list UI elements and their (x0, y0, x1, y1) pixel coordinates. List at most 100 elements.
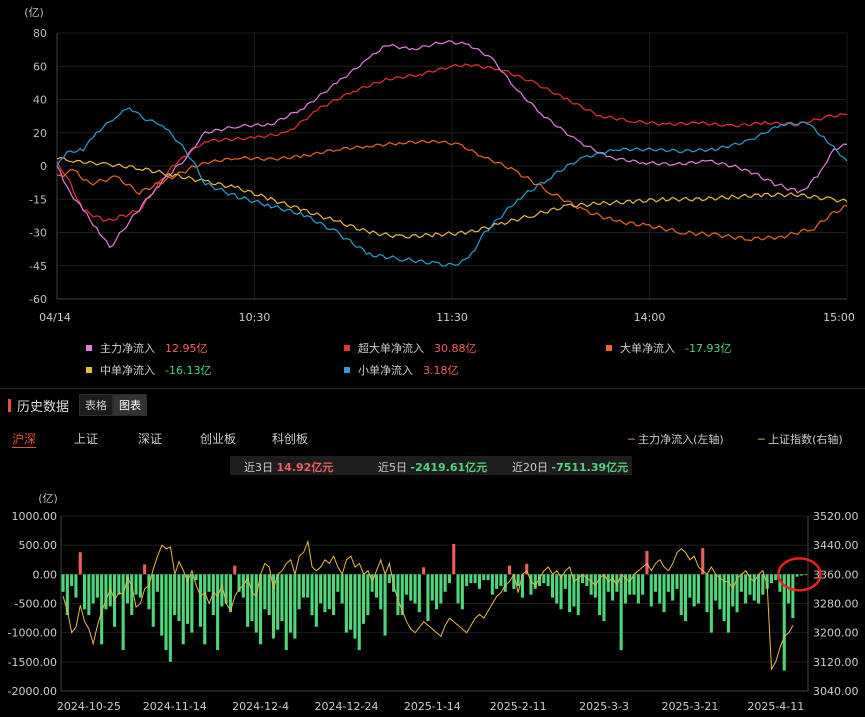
bar (422, 567, 426, 575)
legend-item[interactable]: 中单净流入 -16.13亿 (86, 362, 211, 378)
bar (349, 574, 353, 630)
x-tick-label: 2025-3-21 (661, 700, 718, 713)
history-grid (60, 515, 809, 692)
stat-20d: 近20日 -7511.39亿元 (512, 461, 629, 474)
legend-value: 3.18亿 (423, 364, 459, 377)
legend-item[interactable]: 小单净流入 3.18亿 (344, 362, 459, 378)
bar (233, 565, 237, 575)
tab-market-cyb[interactable]: 创业板 (200, 430, 236, 447)
bar (602, 574, 606, 621)
intraday-x-ticks: 04/14 10:30 11:30 14:00 15:00 (39, 311, 855, 324)
bar (323, 574, 327, 613)
bar (718, 574, 722, 610)
period-summary: 近3日 14.92亿元 近5日 -2419.61亿元 近20日 -7511.39… (230, 456, 632, 475)
legend-item[interactable]: 超大单净流入 30.88亿 (344, 340, 477, 356)
legend-swatch (344, 345, 350, 351)
bar (387, 574, 391, 584)
bar (795, 574, 799, 577)
intraday-y-ticks: 80 60 40 20 0 -15 -30 -45 -60 (29, 27, 47, 306)
bar (593, 574, 597, 598)
bar (203, 574, 207, 645)
bar (160, 574, 164, 636)
bar (263, 574, 267, 610)
bar (555, 574, 559, 604)
y2-tick-label: 3200.00 (813, 627, 859, 640)
y-tick-label: -60 (29, 293, 47, 306)
y-tick-label: 20 (33, 127, 47, 140)
bar (709, 574, 713, 633)
bar (439, 574, 443, 604)
bar (684, 574, 688, 621)
bar (332, 574, 336, 616)
tab-table[interactable]: 表格 (79, 394, 114, 416)
bar (379, 574, 383, 610)
legend-label: 小单净流入 (358, 364, 413, 377)
section-divider (0, 388, 865, 389)
x-tick-label: 2024-11-14 (143, 700, 207, 713)
bar (791, 574, 795, 619)
history-header: 历史数据 表格 图表 (0, 392, 865, 418)
bar (409, 574, 413, 601)
y-tick-label: -1000.00 (8, 627, 57, 640)
bar (87, 574, 91, 616)
bar (628, 574, 632, 595)
bar (782, 574, 786, 671)
y2-tick-label: 3040.00 (813, 685, 859, 698)
bar (447, 574, 451, 584)
bar (568, 574, 572, 613)
y-tick-label: 80 (33, 27, 47, 40)
bar (250, 574, 254, 621)
x-tick-label: 2024-12-4 (232, 700, 289, 713)
bar (641, 574, 645, 595)
legend-swatch (344, 367, 350, 373)
bar (168, 574, 172, 662)
bar (563, 574, 567, 589)
bar (508, 565, 512, 575)
legend-item[interactable]: 主力净流入 12.95亿 (86, 340, 208, 356)
bar (293, 574, 297, 639)
stat-3d: 近3日 14.92亿元 (244, 461, 334, 474)
y-tick-label: 1000.00 (12, 510, 58, 523)
tab-market-hs[interactable]: 沪深 (12, 430, 37, 448)
bar (559, 574, 563, 610)
bar (679, 574, 683, 616)
y-tick-label: -45 (29, 260, 47, 273)
bar (503, 574, 507, 592)
bar (799, 574, 803, 576)
bar (95, 574, 99, 598)
history-title: 历史数据 (17, 399, 70, 415)
bar (774, 574, 778, 581)
bar (289, 574, 293, 633)
bar (473, 574, 477, 584)
tab-market-sz[interactable]: 深证 (138, 430, 162, 447)
bar (297, 574, 301, 610)
y2-tick-label: 3280.00 (813, 598, 859, 611)
bar (130, 574, 134, 616)
legend-item[interactable]: 大单净流入 -17.93亿 (606, 340, 731, 356)
bar (327, 574, 331, 610)
bar (589, 574, 593, 595)
bar (366, 574, 370, 616)
bar (173, 574, 177, 616)
bar (653, 574, 657, 592)
bar (404, 574, 408, 595)
tab-market-kcb[interactable]: 科创板 (272, 430, 308, 447)
bar (340, 574, 344, 604)
bar (435, 574, 439, 610)
section-marker (8, 398, 11, 412)
legend-value: -16.13亿 (165, 364, 212, 377)
x-tick-label: 2025-1-14 (404, 700, 461, 713)
bar (181, 574, 185, 645)
bar (143, 564, 147, 575)
market-tabs: 沪深 上证 深证 创业板 科创板 ─ 主力净流入(左轴) ─ 上证指数(右轴) (0, 430, 865, 448)
bar (121, 574, 125, 651)
bar (370, 574, 374, 592)
bar (344, 574, 348, 633)
bar (731, 574, 735, 607)
tab-market-sh[interactable]: 上证 (74, 430, 98, 447)
legend-value: -17.93亿 (685, 342, 732, 355)
bar (254, 574, 258, 633)
tab-chart[interactable]: 图表 (113, 394, 148, 416)
bar (662, 574, 666, 613)
y2-tick-label: 3520.00 (813, 510, 859, 523)
